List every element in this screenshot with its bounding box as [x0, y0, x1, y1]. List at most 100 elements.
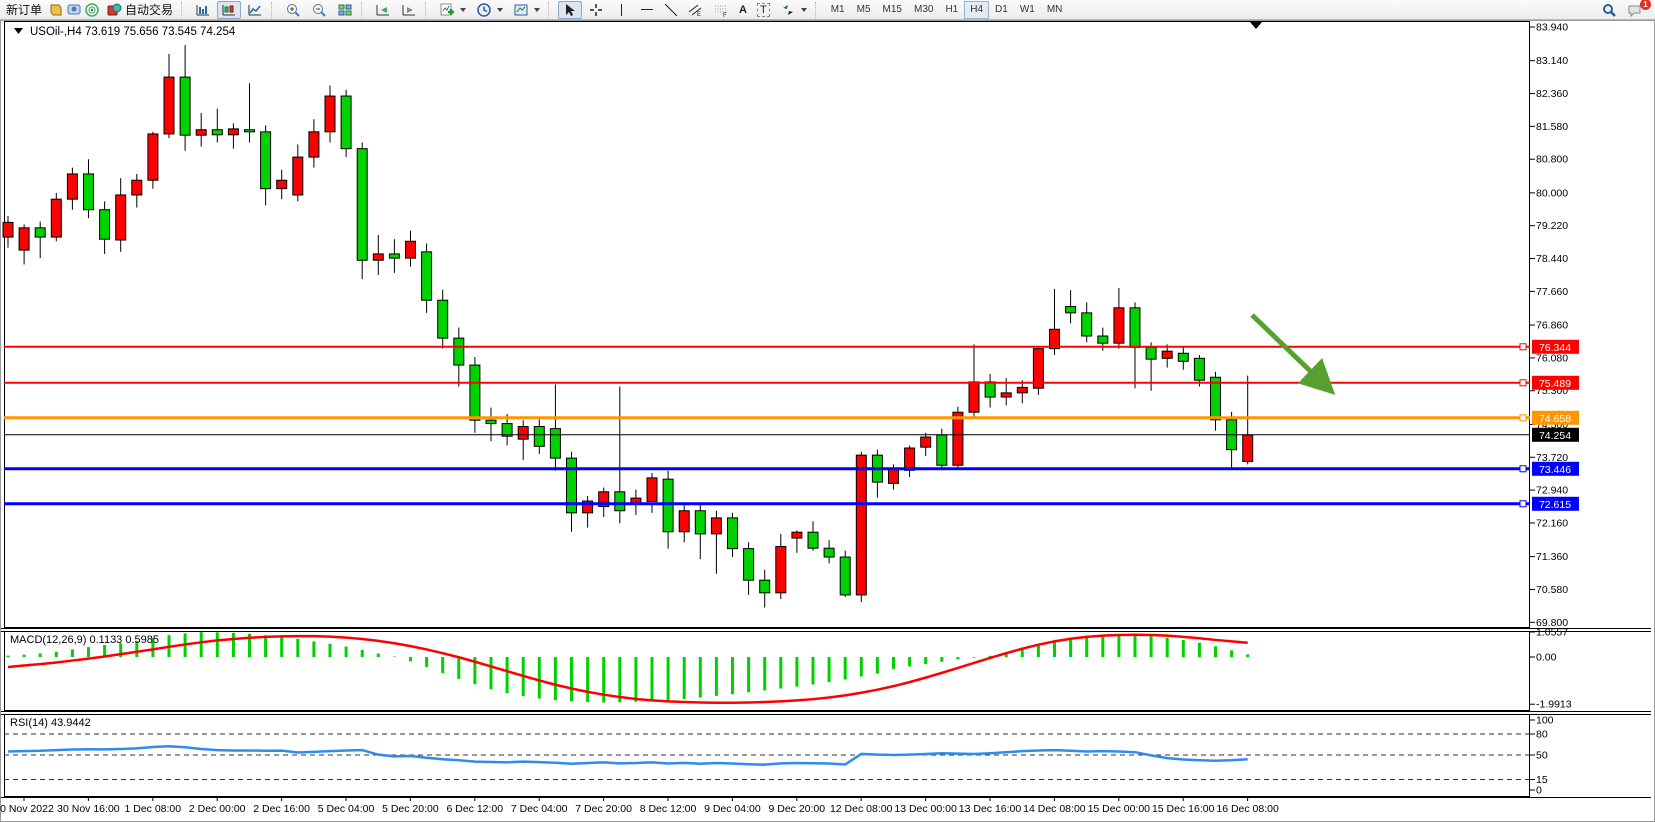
price-tick-label: 82.360: [1536, 88, 1568, 100]
timeframe-button-h4[interactable]: H4: [964, 1, 989, 19]
main-toolbar: 新订单 自动交易: [0, 0, 1655, 20]
toolbar-separator: [548, 2, 554, 18]
candle: [1001, 393, 1011, 397]
price-tick-label: 71.360: [1536, 551, 1568, 563]
auto-scroll-icon[interactable]: [371, 1, 395, 19]
line-handle[interactable]: [1520, 466, 1526, 472]
search-icon[interactable]: [1597, 1, 1621, 19]
time-tick-label: 2 Dec 16:00: [253, 803, 310, 815]
notification-badge: 1: [1640, 0, 1651, 10]
price-badge-label: 74.254: [1539, 430, 1571, 442]
candle: [1114, 308, 1124, 343]
candle: [1162, 351, 1172, 358]
vertical-line-tool[interactable]: [610, 0, 633, 20]
line-handle[interactable]: [1520, 344, 1526, 350]
candle: [470, 365, 480, 420]
timeframe-button-m1[interactable]: M1: [825, 1, 851, 19]
timeframe-button-m15[interactable]: M15: [877, 1, 908, 19]
candle: [19, 228, 29, 250]
time-tick-label: 6 Dec 12:00: [446, 803, 503, 815]
candle: [3, 222, 13, 237]
timeframe-button-h1[interactable]: H1: [939, 1, 964, 19]
price-badge-label: 73.446: [1539, 464, 1571, 476]
candle: [100, 210, 110, 239]
time-tick-label: 14 Dec 08:00: [1023, 803, 1086, 815]
zoom-in-icon[interactable]: [281, 1, 305, 19]
candle: [969, 382, 979, 412]
candle: [35, 228, 45, 237]
time-tick-label: 2 Dec 00:00: [189, 803, 246, 815]
market-watch-icon[interactable]: [48, 2, 64, 18]
candle: [1130, 308, 1140, 348]
fibonacci-tool[interactable]: F: [709, 0, 733, 20]
candle: [196, 130, 206, 135]
candle: [84, 174, 94, 210]
mt4-terminal-window: 新订单 自动交易: [0, 0, 1655, 822]
timeframe-button-w1[interactable]: W1: [1014, 1, 1041, 19]
time-tick-label: 9 Dec 04:00: [704, 803, 761, 815]
line-handle[interactable]: [1520, 380, 1526, 386]
bar-chart-type-icon[interactable]: [191, 1, 215, 19]
indicators-menu-button[interactable]: [435, 0, 470, 20]
timeframe-button-m5[interactable]: M5: [851, 1, 877, 19]
candlestick-chart-type-icon[interactable]: [217, 1, 241, 19]
rsi-tick-label: 100: [1536, 715, 1554, 727]
fibonacci-icon: F: [713, 2, 729, 18]
timeframe-button-m30[interactable]: M30: [908, 1, 939, 19]
candle: [905, 448, 915, 470]
timeframe-button-d1[interactable]: D1: [989, 1, 1014, 19]
candle: [1178, 353, 1188, 361]
candle: [647, 478, 657, 502]
autotrading-button[interactable]: 自动交易: [102, 0, 177, 20]
macd-tick-label: 1.0557: [1536, 626, 1568, 638]
rsi-tick-label: 80: [1536, 729, 1548, 741]
vertical-line-icon: [621, 4, 622, 16]
price-tick-label: 79.220: [1536, 220, 1568, 232]
text-label-tool[interactable]: T: [753, 0, 774, 20]
candle: [1194, 358, 1204, 380]
new-order-button[interactable]: 新订单: [2, 0, 46, 20]
terminal-icon[interactable]: [84, 2, 100, 18]
channel-icon: E: [687, 2, 703, 18]
candle: [1146, 347, 1156, 359]
navigator-icon[interactable]: [66, 2, 82, 18]
horizontal-line-tool[interactable]: [635, 0, 659, 20]
candle: [937, 435, 947, 465]
line-handle[interactable]: [1520, 415, 1526, 421]
candle: [840, 557, 850, 595]
time-tick-label: 13 Dec 00:00: [894, 803, 957, 815]
trendline-tool[interactable]: [661, 0, 681, 20]
zoom-out-icon[interactable]: [307, 1, 331, 19]
text-label-icon: T: [757, 3, 770, 17]
time-tick-label: 13 Dec 16:00: [959, 803, 1022, 815]
main-pane[interactable]: [5, 22, 1530, 628]
line-chart-type-icon[interactable]: [243, 1, 267, 19]
line-handle[interactable]: [1520, 501, 1526, 507]
toolbar-separator: [181, 2, 187, 18]
macd-tick-label: -1.9913: [1536, 699, 1572, 711]
price-tick-label: 72.940: [1536, 485, 1568, 497]
candle: [615, 492, 625, 511]
trendline-icon: [665, 4, 677, 16]
crosshair-tool-icon[interactable]: [584, 1, 608, 19]
notifications-button[interactable]: 1: [1623, 1, 1647, 19]
tile-windows-icon[interactable]: [333, 1, 357, 19]
chart-shift-icon[interactable]: [397, 1, 421, 19]
candle: [679, 511, 689, 532]
text-tool-icon: A: [739, 4, 747, 16]
candle: [663, 479, 673, 532]
templates-menu-button[interactable]: [509, 0, 544, 20]
chart-area[interactable]: 83.94083.14082.36081.58080.80080.00079.2…: [0, 0, 1655, 822]
cursor-tool-icon[interactable]: [558, 1, 582, 19]
time-tick-label: 8 Dec 12:00: [640, 803, 697, 815]
time-tick-label: 12 Dec 08:00: [830, 803, 893, 815]
arrows-menu-button[interactable]: [776, 0, 811, 20]
equidistant-channel-tool[interactable]: E: [683, 0, 707, 20]
candle: [1243, 435, 1253, 462]
text-tool[interactable]: A: [735, 0, 751, 20]
candle: [486, 420, 496, 423]
rsi-tick-label: 50: [1536, 750, 1548, 762]
timeframe-button-mn[interactable]: MN: [1041, 1, 1069, 19]
periods-menu-button[interactable]: [472, 0, 507, 20]
time-tick-label: 5 Dec 04:00: [318, 803, 375, 815]
